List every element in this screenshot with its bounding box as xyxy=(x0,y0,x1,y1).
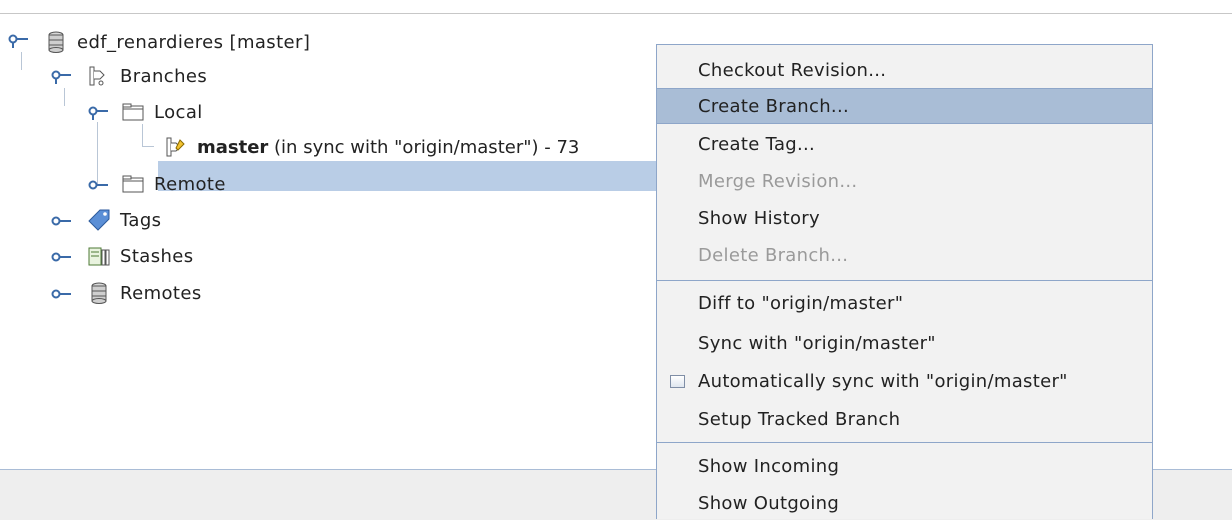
menu-item-label: Delete Branch... xyxy=(698,244,849,266)
menu-item-sync-with[interactable]: Sync with "origin/master" xyxy=(657,325,1152,361)
folder-icon xyxy=(122,175,144,193)
tags-label: Tags xyxy=(120,209,162,231)
menu-separator xyxy=(657,280,1152,281)
tree-guide-line xyxy=(21,52,22,70)
tree-item-stashes[interactable]: Stashes xyxy=(88,243,194,269)
local-label: Local xyxy=(154,101,203,123)
menu-item-label: Merge Revision... xyxy=(698,170,858,192)
collapsed-handle-icon[interactable] xyxy=(51,287,73,301)
menu-item-diff-to[interactable]: Diff to "origin/master" xyxy=(657,285,1152,321)
expanded-handle-icon[interactable] xyxy=(88,106,110,120)
menu-separator xyxy=(657,442,1152,443)
remote-label: Remote xyxy=(154,173,226,195)
menu-item-show-history[interactable]: Show History xyxy=(657,200,1152,236)
tree-item-remotes[interactable]: Remotes xyxy=(88,280,202,306)
menu-item-create-branch[interactable]: Create Branch... xyxy=(657,88,1152,124)
tree-item-branches[interactable]: Branches xyxy=(88,63,207,89)
menu-item-label: Create Tag... xyxy=(698,133,816,155)
context-menu: Checkout Revision... Create Branch... Cr… xyxy=(656,44,1153,519)
master-branch-detail: (in sync with "origin/master") - 73 xyxy=(268,136,580,158)
menu-item-create-tag[interactable]: Create Tag... xyxy=(657,126,1152,162)
tree-item-remote[interactable]: Remote xyxy=(122,171,226,197)
expanded-handle-icon[interactable] xyxy=(51,70,73,84)
tree-guide-line xyxy=(142,124,143,146)
repository-tree[interactable]: edf_renardieres [master] Branches Local xyxy=(0,0,660,469)
tree-guide-line xyxy=(64,88,65,106)
menu-item-label: Automatically sync with "origin/master" xyxy=(698,370,1068,392)
database-icon xyxy=(91,282,107,304)
tree-guide-line xyxy=(97,122,98,184)
menu-item-label: Diff to "origin/master" xyxy=(698,292,904,314)
menu-item-show-outgoing[interactable]: Show Outgoing xyxy=(657,485,1152,521)
menu-item-label: Checkout Revision... xyxy=(698,59,887,81)
menu-item-show-incoming[interactable]: Show Incoming xyxy=(657,448,1152,484)
database-icon xyxy=(48,31,64,53)
stash-icon xyxy=(88,247,110,266)
tree-item-repo[interactable]: edf_renardieres [master] xyxy=(45,29,310,55)
menu-item-merge-revision[interactable]: Merge Revision... xyxy=(657,163,1152,199)
tree-item-local[interactable]: Local xyxy=(122,99,203,125)
master-branch-name: master xyxy=(197,136,269,158)
selected-row-highlight xyxy=(158,161,658,191)
menu-item-label: Sync with "origin/master" xyxy=(698,332,936,354)
tag-icon xyxy=(88,209,110,231)
menu-item-setup-tracked-branch[interactable]: Setup Tracked Branch xyxy=(657,401,1152,437)
collapsed-handle-icon[interactable] xyxy=(88,178,110,192)
menu-item-auto-sync[interactable]: Automatically sync with "origin/master" xyxy=(657,363,1152,399)
tree-item-tags[interactable]: Tags xyxy=(88,207,161,233)
collapsed-handle-icon[interactable] xyxy=(51,250,73,264)
menu-item-delete-branch[interactable]: Delete Branch... xyxy=(657,237,1152,273)
repo-label: edf_renardieres [master] xyxy=(77,31,311,53)
branches-icon xyxy=(89,66,105,86)
branches-label: Branches xyxy=(120,65,208,87)
menu-item-checkout-revision[interactable]: Checkout Revision... xyxy=(657,52,1152,88)
branch-icon xyxy=(166,137,185,157)
stashes-label: Stashes xyxy=(120,245,194,267)
tree-item-master-branch[interactable]: master (in sync with "origin/master") - … xyxy=(165,134,579,160)
remotes-label: Remotes xyxy=(120,282,202,304)
menu-item-label: Show Incoming xyxy=(698,455,840,477)
folder-icon xyxy=(122,103,144,121)
menu-item-label: Show Outgoing xyxy=(698,492,840,514)
auto-sync-checkbox[interactable] xyxy=(670,374,685,388)
collapsed-handle-icon[interactable] xyxy=(51,214,73,228)
menu-item-label: Show History xyxy=(698,207,820,229)
expanded-handle-icon[interactable] xyxy=(8,34,30,48)
menu-item-label: Setup Tracked Branch xyxy=(698,408,901,430)
menu-item-label: Create Branch... xyxy=(698,95,849,117)
tree-guide-line xyxy=(142,146,154,147)
